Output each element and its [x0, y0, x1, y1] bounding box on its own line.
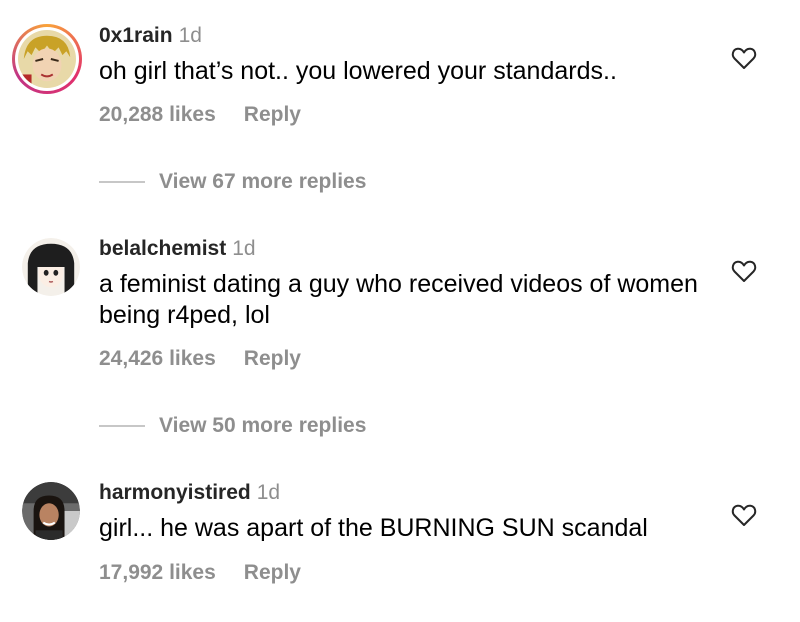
- profile-photo-icon: [22, 482, 80, 540]
- comment-username[interactable]: belalchemist 1d: [99, 237, 256, 261]
- comment-text: a feminist dating a guy who received vid…: [99, 270, 698, 329]
- likes-count[interactable]: 24,426 likes: [99, 347, 216, 370]
- comment-text: girl... he was apart of the BURNING SUN …: [99, 514, 648, 542]
- comment-username[interactable]: 0x1rain 1d: [99, 24, 202, 48]
- avatar[interactable]: [12, 24, 82, 94]
- anime-avatar-icon: [18, 30, 76, 88]
- view-more-replies-button[interactable]: View 50 more replies: [99, 412, 366, 440]
- reply-button[interactable]: Reply: [244, 561, 301, 584]
- view-more-replies-label: View 50 more replies: [159, 414, 367, 437]
- likes-count[interactable]: 20,288 likes: [99, 103, 216, 126]
- comment-username[interactable]: harmonyistired 1d: [99, 481, 280, 505]
- heart-icon[interactable]: [731, 259, 757, 283]
- likes-count[interactable]: 17,992 likes: [99, 561, 216, 584]
- avatar[interactable]: [22, 238, 80, 296]
- view-more-replies-button[interactable]: View 67 more replies: [99, 168, 366, 196]
- comment-meta: 24,426 likes Reply: [99, 347, 301, 371]
- comment-timestamp: 1d: [256, 481, 281, 504]
- comment-timestamp: 1d: [178, 24, 202, 47]
- comment-timestamp: 1d: [232, 237, 256, 260]
- divider-line: [99, 181, 145, 183]
- comment-meta: 17,992 likes Reply: [99, 561, 301, 585]
- comment-meta: 20,288 likes Reply: [99, 103, 301, 127]
- divider-line: [99, 425, 145, 427]
- reply-button[interactable]: Reply: [244, 347, 301, 370]
- anime-avatar-icon: [22, 238, 80, 296]
- heart-icon[interactable]: [731, 46, 757, 70]
- reply-button[interactable]: Reply: [244, 103, 301, 126]
- comment-text: oh girl that’s not.. you lowered your st…: [99, 57, 617, 85]
- heart-icon[interactable]: [731, 503, 757, 527]
- view-more-replies-label: View 67 more replies: [159, 170, 367, 193]
- avatar[interactable]: [22, 482, 80, 540]
